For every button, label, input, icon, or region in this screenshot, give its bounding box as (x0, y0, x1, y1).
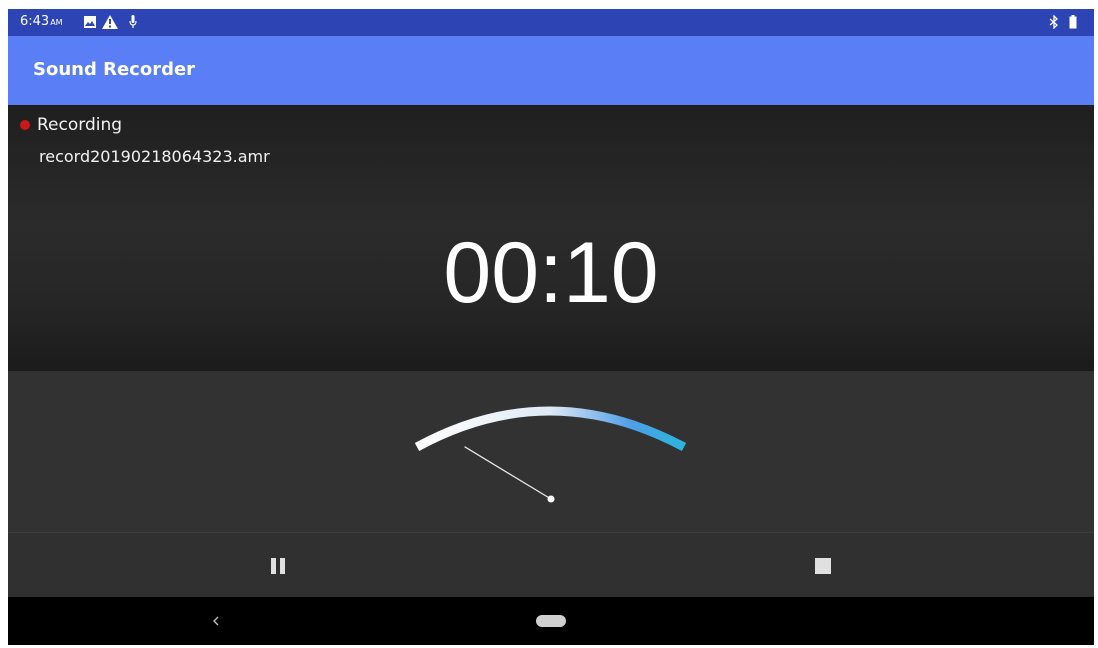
level-meter-panel (8, 371, 1094, 533)
status-time: 6:43AM (20, 14, 63, 31)
recording-state: Recording (37, 115, 123, 135)
warning-icon (102, 15, 118, 29)
level-meter-needle (464, 446, 552, 500)
home-button[interactable] (536, 615, 566, 627)
recording-info-panel: Recording record20190218064323.amr 00:10 (8, 105, 1094, 371)
level-meter (414, 406, 687, 503)
recording-indicator-icon (20, 120, 30, 130)
status-time-value: 6:43 (20, 14, 50, 29)
pause-button[interactable] (260, 549, 296, 583)
stop-icon (815, 558, 831, 574)
battery-icon (1069, 15, 1077, 29)
recording-file-name: record20190218064323.amr (39, 147, 270, 166)
stop-button[interactable] (805, 548, 841, 584)
back-button[interactable] (204, 609, 228, 633)
elapsed-time: 00:10 (443, 225, 659, 321)
recorder-controls (8, 533, 1094, 597)
app-bar: Sound Recorder (8, 36, 1094, 105)
bluetooth-icon (1049, 15, 1058, 29)
status-time-suffix: AM (50, 18, 63, 27)
app-title: Sound Recorder (33, 59, 196, 80)
level-meter-pivot (547, 495, 555, 503)
status-bar: 6:43AM (8, 9, 1094, 36)
back-chevron-icon (213, 616, 219, 626)
device-screen: 6:43AM Sound Recorder Recording record20 (8, 9, 1094, 645)
image-icon (84, 16, 96, 28)
microphone-icon (129, 15, 137, 28)
level-meter-arc (414, 406, 687, 451)
navigation-bar (8, 597, 1094, 645)
